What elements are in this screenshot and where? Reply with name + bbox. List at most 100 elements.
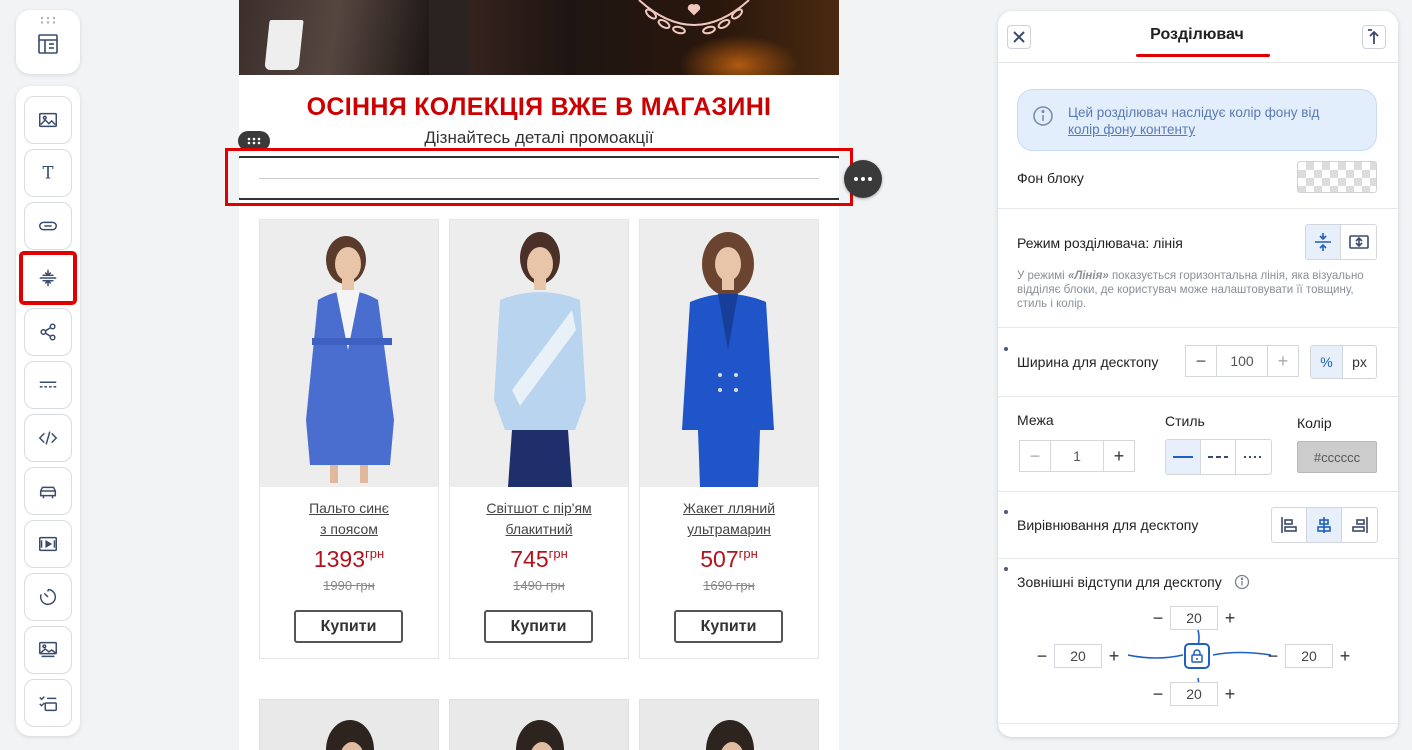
margin-right-value[interactable]: 20 — [1285, 644, 1333, 668]
align-right-icon — [1351, 517, 1368, 533]
margin-left-decrease-button[interactable]: − — [1030, 644, 1054, 668]
unit-percent-button[interactable]: % — [1311, 346, 1343, 378]
email-canvas[interactable]: ОСІННЯ КОЛЕКЦІЯ ВЖЕ В МАГАЗИНІ Дізнайтес… — [239, 0, 839, 750]
border-increase-button[interactable]: + — [1103, 440, 1135, 472]
text-icon: T — [42, 164, 53, 183]
product-name[interactable]: Пальто синє з поясом — [260, 498, 438, 540]
title-highlight — [1136, 54, 1270, 57]
border-value[interactable]: 1 — [1051, 440, 1103, 472]
product-card[interactable]: Жакет лляний ультрамарин 507грн 1690 грн … — [639, 219, 819, 659]
buy-button[interactable]: Купити — [484, 610, 593, 643]
checklist-block-button[interactable] — [24, 679, 72, 727]
hero-hand-image — [429, 0, 469, 75]
button-block-button[interactable] — [24, 202, 72, 250]
responsive-dot — [1004, 510, 1008, 514]
dashed-line-icon — [1208, 456, 1228, 458]
social-block-button[interactable] — [24, 308, 72, 356]
border-decrease-button[interactable]: − — [1019, 440, 1051, 472]
move-up-button[interactable] — [1362, 25, 1386, 49]
product-price: 507грн — [700, 546, 758, 572]
style-label: Стиль — [1165, 413, 1205, 429]
margin-bottom-value[interactable]: 20 — [1170, 682, 1218, 706]
product-card-next[interactable] — [259, 699, 439, 750]
bg-color-swatch[interactable] — [1297, 161, 1377, 193]
separator — [998, 208, 1398, 209]
product-card-next[interactable] — [639, 699, 819, 750]
timer-block-button[interactable] — [24, 573, 72, 621]
video-block-button[interactable] — [24, 520, 72, 568]
block-toolbar: T — [16, 86, 80, 736]
unit-px-button[interactable]: px — [1343, 346, 1376, 378]
margin-bottom-increase-button[interactable]: + — [1218, 682, 1242, 706]
dotted-line-icon — [1243, 456, 1264, 458]
headline[interactable]: ОСІННЯ КОЛЕКЦІЯ ВЖЕ В МАГАЗИНІ — [239, 93, 839, 122]
margin-right-decrease-button[interactable]: − — [1261, 644, 1285, 668]
margin-left-increase-button[interactable]: + — [1102, 644, 1126, 668]
style-solid-button[interactable] — [1166, 440, 1201, 474]
line-spacing-icon — [1315, 233, 1331, 251]
image-icon — [39, 112, 57, 128]
info-icon[interactable] — [1234, 574, 1250, 590]
coffee-cup-image — [264, 20, 304, 70]
drag-grip-icon — [247, 137, 261, 145]
hero-image[interactable] — [239, 0, 839, 75]
selected-block-highlight — [225, 148, 853, 206]
wreath-ornament-icon — [638, 0, 750, 35]
align-left-button[interactable] — [1272, 508, 1307, 542]
margin-bottom-decrease-button[interactable]: − — [1146, 682, 1170, 706]
margin-left-value[interactable]: 20 — [1054, 644, 1102, 668]
subheadline[interactable]: Дізнайтесь деталі промоакції — [239, 128, 839, 148]
align-right-button[interactable] — [1342, 508, 1377, 542]
product-name[interactable]: Світшот с пір'ям блакитний — [450, 498, 628, 540]
layout-icon[interactable] — [36, 32, 60, 56]
align-left-icon — [1281, 517, 1297, 533]
color-input[interactable]: #cccccc — [1297, 441, 1377, 473]
margin-left-stepper: − 20 + — [1030, 644, 1126, 668]
separator — [998, 327, 1398, 328]
width-value[interactable]: 100 — [1217, 345, 1267, 377]
menu-block-button[interactable] — [24, 361, 72, 409]
mode-label: Режим розділювача: лінія — [1017, 235, 1183, 251]
banner-block-button[interactable] — [24, 626, 72, 674]
product-card-next[interactable] — [449, 699, 629, 750]
text-block-button[interactable]: T — [24, 149, 72, 197]
margin-top-value[interactable]: 20 — [1170, 606, 1218, 630]
margin-lock-button[interactable] — [1184, 643, 1210, 669]
separator — [998, 723, 1398, 724]
video-icon — [39, 536, 57, 552]
margin-top-decrease-button[interactable]: − — [1146, 606, 1170, 630]
product-card[interactable]: Світшот с пір'ям блакитний 745грн 1490 гр… — [449, 219, 629, 659]
product-block-button[interactable] — [24, 467, 72, 515]
style-dotted-button[interactable] — [1236, 440, 1271, 474]
mode-space-button[interactable] — [1341, 225, 1376, 259]
solid-line-icon — [1173, 456, 1193, 458]
width-decrease-button[interactable]: − — [1185, 345, 1217, 377]
width-increase-button[interactable]: + — [1267, 345, 1299, 377]
settings-panel: Розділювач Цей розділювач наслідує колір… — [998, 11, 1398, 737]
info-icon — [1033, 106, 1053, 126]
product-card[interactable]: Пальто синє з поясом 1393грн 1990 грн Куп… — [259, 219, 439, 659]
width-label: Ширина для десктопу — [1017, 354, 1159, 370]
product-photo — [640, 220, 818, 487]
width-unit-toggle: % px — [1310, 345, 1377, 379]
timer-icon — [39, 588, 57, 605]
block-more-button[interactable] — [844, 160, 882, 198]
separator — [998, 491, 1398, 492]
drag-grip-icon[interactable] — [40, 16, 56, 24]
mode-line-button[interactable] — [1306, 225, 1341, 259]
html-block-button[interactable] — [24, 414, 72, 462]
divider-block-button[interactable] — [19, 251, 77, 305]
menu-lines-icon — [39, 381, 57, 388]
share-icon — [40, 323, 56, 341]
separator — [998, 558, 1398, 559]
product-name[interactable]: Жакет лляний ультрамарин — [640, 498, 818, 540]
image-block-button[interactable] — [24, 96, 72, 144]
margin-top-increase-button[interactable]: + — [1218, 606, 1242, 630]
margin-right-increase-button[interactable]: + — [1333, 644, 1357, 668]
color-label: Колір — [1297, 415, 1332, 431]
content-bg-link[interactable]: колір фону контенту — [1068, 122, 1195, 137]
buy-button[interactable]: Купити — [674, 610, 783, 643]
align-center-button[interactable] — [1307, 508, 1342, 542]
buy-button[interactable]: Купити — [294, 610, 403, 643]
style-dashed-button[interactable] — [1201, 440, 1236, 474]
